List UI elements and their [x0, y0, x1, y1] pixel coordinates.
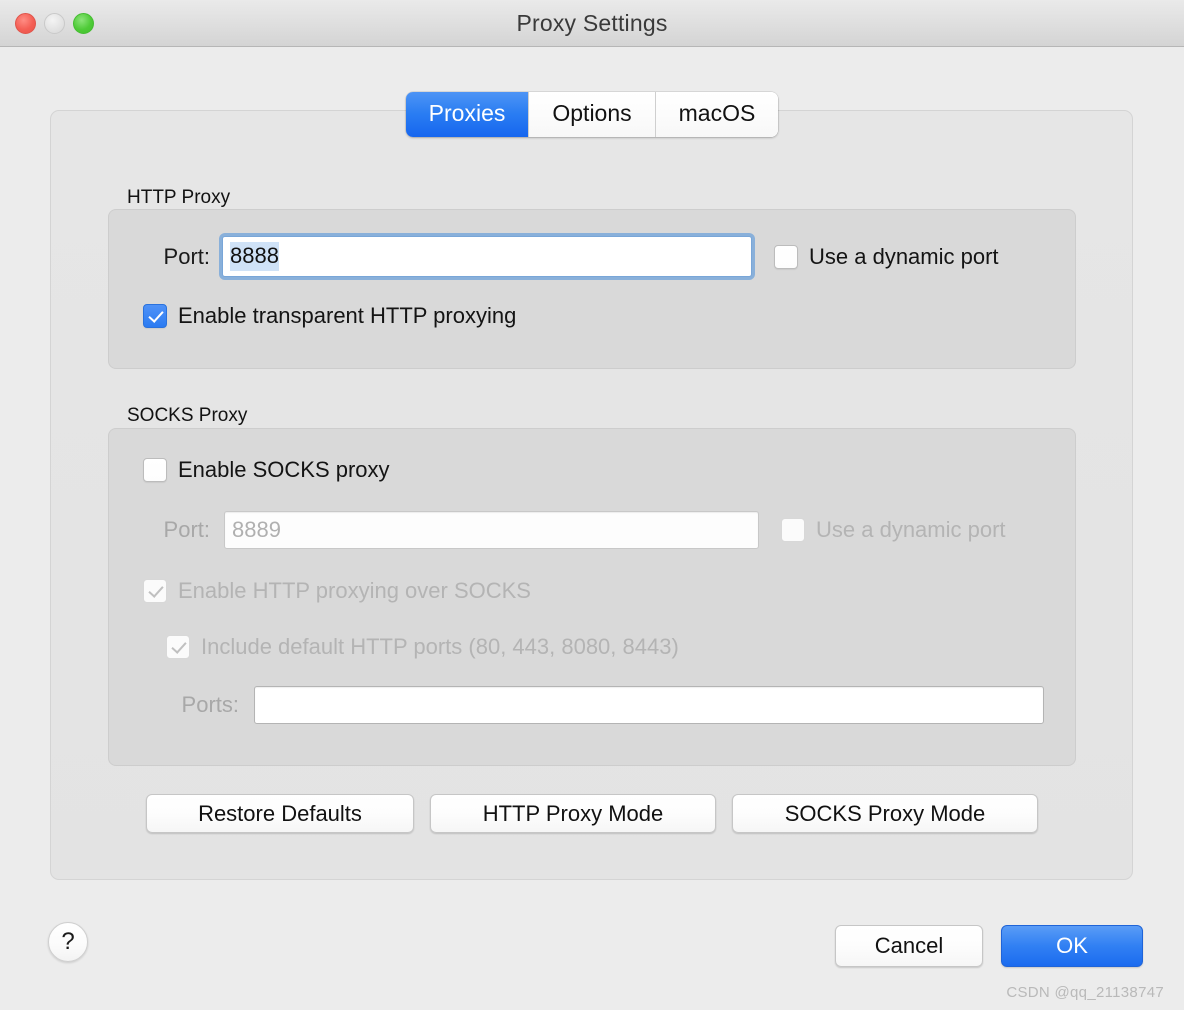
http-transparent-proxying-label: Enable transparent HTTP proxying [178, 303, 517, 328]
socks-ports-row: Ports: [163, 686, 1044, 724]
tab-proxies[interactable]: Proxies [405, 92, 530, 137]
socks-proxy-mode-button[interactable]: SOCKS Proxy Mode [732, 794, 1038, 833]
socks-enable-row: Enable SOCKS proxy [143, 457, 390, 483]
socks-http-over-socks-row: Enable HTTP proxying over SOCKS [143, 578, 531, 604]
question-mark-icon: ? [61, 928, 75, 955]
http-dynamic-port-label: Use a dynamic port [809, 243, 999, 269]
socks-dynamic-port-label: Use a dynamic port [816, 517, 1006, 542]
http-transparent-proxying-checkbox-box[interactable] [143, 304, 167, 328]
socks-port-value: 8889 [232, 517, 281, 542]
socks-port-row: Port: 8889 Use a dynamic port [138, 511, 1006, 549]
cancel-button[interactable]: Cancel [835, 925, 983, 967]
socks-enable-checkbox[interactable]: Enable SOCKS proxy [143, 457, 390, 483]
socks-enable-label: Enable SOCKS proxy [178, 457, 390, 482]
dialog-buttons: Cancel OK [835, 925, 1143, 967]
http-proxy-mode-button[interactable]: HTTP Proxy Mode [430, 794, 716, 833]
mode-button-group: Restore Defaults HTTP Proxy Mode SOCKS P… [146, 794, 1038, 833]
socks-enable-checkbox-box[interactable] [143, 458, 167, 482]
http-port-label: Port: [163, 243, 210, 269]
socks-port-input[interactable]: 8889 [224, 511, 759, 549]
http-proxy-groupbox [108, 209, 1076, 369]
socks-default-ports-checkbox[interactable]: Include default HTTP ports (80, 443, 808… [166, 634, 679, 660]
tab-options[interactable]: Options [529, 92, 656, 137]
http-port-input[interactable]: 8888 [222, 236, 752, 277]
socks-http-over-socks-checkbox[interactable]: Enable HTTP proxying over SOCKS [143, 578, 531, 604]
socks-dynamic-port-checkbox-box[interactable] [781, 518, 805, 542]
socks-ports-input[interactable] [254, 686, 1044, 724]
http-proxy-group-label: HTTP Proxy [127, 187, 231, 208]
watermark: CSDN @qq_21138747 [1006, 984, 1164, 1001]
socks-http-over-socks-label: Enable HTTP proxying over SOCKS [178, 578, 531, 603]
socks-default-ports-row: Include default HTTP ports (80, 443, 808… [166, 634, 679, 660]
http-dynamic-port-checkbox[interactable]: Use a dynamic port [774, 244, 999, 270]
tab-macos[interactable]: macOS [655, 92, 779, 137]
http-dynamic-port-checkbox-box[interactable] [774, 244, 798, 269]
window-title: Proxy Settings [516, 10, 668, 36]
http-transparent-row: Enable transparent HTTP proxying [143, 303, 516, 329]
http-port-value: 8888 [230, 242, 279, 271]
http-transparent-proxying-checkbox[interactable]: Enable transparent HTTP proxying [143, 303, 516, 329]
socks-default-ports-label: Include default HTTP ports (80, 443, 808… [201, 634, 679, 659]
help-button[interactable]: ? [48, 922, 88, 962]
socks-http-over-socks-checkbox-box[interactable] [143, 579, 167, 603]
socks-port-label: Port: [163, 517, 210, 542]
socks-ports-label: Ports: [181, 692, 239, 717]
socks-default-ports-checkbox-box[interactable] [166, 635, 190, 659]
socks-proxy-group-label: SOCKS Proxy [127, 405, 248, 426]
http-port-row: Port: 8888 Use a dynamic port [138, 236, 999, 277]
restore-defaults-button[interactable]: Restore Defaults [146, 794, 414, 833]
socks-dynamic-port-checkbox[interactable]: Use a dynamic port [781, 517, 1006, 543]
window-titlebar: Proxy Settings [0, 0, 1184, 47]
ok-button[interactable]: OK [1001, 925, 1143, 967]
tab-bar: Proxies Options macOS [0, 92, 1184, 137]
